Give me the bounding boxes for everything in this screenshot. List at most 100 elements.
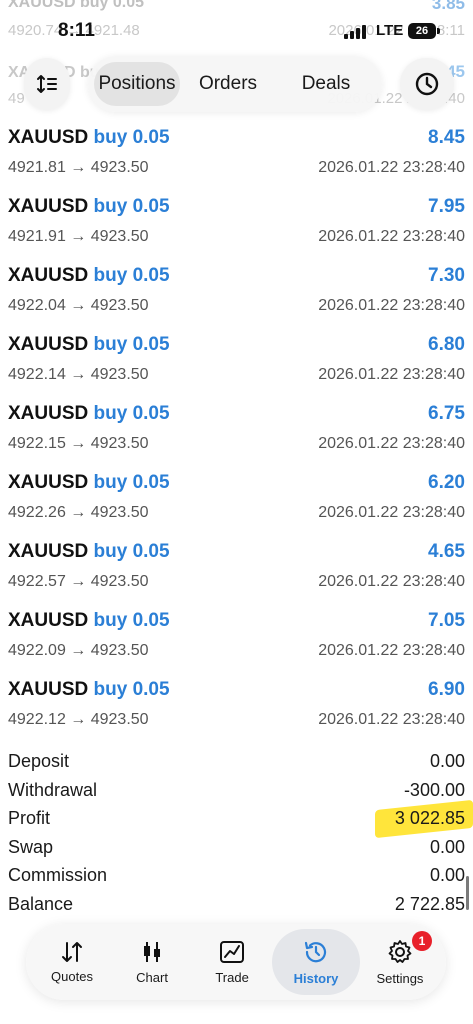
network-type: LTE: [376, 22, 404, 39]
history-tabs: Positions Orders Deals: [88, 56, 382, 112]
deal-symbol: XAUUSD buy 0.05: [8, 334, 170, 355]
deal-date: 2026.01.22 23:28:40: [318, 573, 465, 590]
nav-settings[interactable]: 1 Settings: [360, 929, 440, 995]
sort-icon: [37, 75, 57, 93]
list-item[interactable]: XAUUSD buy 0.05 7.30 4922.04 → 4923.50 2…: [0, 262, 473, 331]
deals-list: XAUUSD buy 0.05 8.45 4921.81 → 4923.50 2…: [0, 124, 473, 745]
status-time: 8:11: [58, 20, 95, 41]
ghost-top-value: 3.85: [431, 0, 465, 13]
deal-symbol: XAUUSD buy 0.05: [8, 472, 170, 493]
summary-deposit: Deposit 0.00: [0, 748, 473, 777]
deal-profit: 4.65: [428, 541, 465, 562]
deal-profit: 6.90: [428, 679, 465, 700]
notification-badge: 1: [411, 931, 432, 951]
ghost-third-price: 49: [8, 90, 25, 107]
summary-value: -300.00: [403, 779, 465, 800]
summary-value: 3 022.85: [394, 808, 465, 828]
deal-prices: 4922.14 → 4923.50: [8, 366, 149, 383]
deal-prices: 4922.15 → 4923.50: [8, 435, 149, 452]
deal-profit: 6.75: [428, 403, 465, 424]
signal-icon: [344, 25, 366, 39]
summary-label: Commission: [8, 865, 108, 885]
tab-orders[interactable]: Orders: [180, 62, 276, 106]
tab-positions[interactable]: Positions: [94, 62, 180, 106]
deal-prices: 4922.12 → 4923.50: [8, 711, 149, 728]
ghost-row-top: XAUUSD buy 0.05 3.85: [8, 0, 465, 14]
deal-profit: 7.05: [428, 610, 465, 631]
deal-prices: 4921.91 → 4923.50: [8, 228, 149, 245]
nav-label: Trade: [215, 969, 249, 985]
deal-date: 2026.01.22 23:28:40: [318, 642, 465, 659]
deal-date: 2026.01.22 23:28:40: [318, 504, 465, 521]
bottom-nav: Quotes Chart Trade History 1 Settings: [26, 924, 446, 1000]
history-clock-icon: [304, 941, 327, 962]
deal-symbol: XAUUSD buy 0.05: [8, 403, 170, 424]
deal-profit: 6.80: [428, 334, 465, 355]
deal-symbol: XAUUSD buy 0.05: [8, 679, 170, 700]
summary-swap: Swap 0.00: [0, 834, 473, 863]
list-item[interactable]: XAUUSD buy 0.05 6.80 4922.14 → 4923.50 2…: [0, 331, 473, 400]
deal-symbol: XAUUSD buy 0.05: [8, 610, 170, 631]
deal-symbol: XAUUSD buy 0.05: [8, 541, 170, 562]
trade-chart-icon: [220, 940, 245, 963]
candlestick-icon: [144, 941, 161, 962]
summary-value: 0.00: [429, 751, 465, 771]
status-bar: XAUUSD buy 0.05 3.85 4920.74 → 4921.48 2…: [0, 0, 473, 60]
battery-icon: 26: [408, 23, 440, 39]
nav-label: History: [293, 970, 339, 986]
nav-quotes[interactable]: Quotes: [32, 929, 112, 995]
summary-value: 2 722.85: [394, 893, 465, 914]
summary-label: Withdrawal: [8, 779, 98, 800]
summary-label: Deposit: [8, 751, 70, 771]
summary-value: 0.00: [429, 865, 465, 885]
deal-profit: 7.30: [428, 265, 465, 286]
tab-deals[interactable]: Deals: [276, 62, 376, 106]
list-item[interactable]: XAUUSD buy 0.05 6.90 4922.12 → 4923.50 2…: [0, 676, 473, 745]
nav-trade[interactable]: Trade: [192, 929, 272, 995]
list-item[interactable]: XAUUSD buy 0.05 8.45 4921.81 → 4923.50 2…: [0, 124, 473, 193]
deal-prices: 4922.57 → 4923.50: [8, 573, 149, 590]
summary-withdrawal: Withdrawal -300.00: [0, 777, 473, 806]
ghost-top-symbol: XAUUSD buy 0.05: [8, 0, 145, 11]
deal-date: 2026.01.22 23:28:40: [318, 159, 465, 176]
deal-prices: 4921.81 → 4923.50: [8, 159, 149, 176]
scrollbar[interactable]: [466, 876, 469, 910]
list-item[interactable]: XAUUSD buy 0.05 6.20 4922.26 → 4923.50 2…: [0, 469, 473, 538]
deal-profit: 7.95: [428, 196, 465, 217]
summary-balance: Balance 2 722.85: [0, 891, 473, 920]
summary-profit: Profit 3 022.85: [0, 799, 473, 839]
deal-date: 2026.01.22 23:28:40: [318, 711, 465, 728]
deal-symbol: XAUUSD buy 0.05: [8, 196, 170, 217]
list-item[interactable]: XAUUSD buy 0.05 7.05 4922.09 → 4923.50 2…: [0, 607, 473, 676]
nav-label: Chart: [136, 969, 168, 985]
summary-label: Swap: [8, 836, 54, 857]
period-button[interactable]: [400, 58, 454, 110]
deal-profit: 8.45: [428, 127, 465, 148]
deal-prices: 4922.26 → 4923.50: [8, 504, 149, 521]
gear-icon: [388, 939, 412, 963]
summary-value: 0.00: [429, 836, 465, 857]
nav-label: Settings: [376, 970, 424, 986]
nav-label: Quotes: [51, 968, 93, 984]
clock-icon: [415, 72, 439, 96]
deal-date: 2026.01.22 23:28:40: [318, 228, 465, 245]
nav-chart[interactable]: Chart: [112, 929, 192, 995]
deal-symbol: XAUUSD buy 0.05: [8, 127, 170, 148]
quotes-arrows-icon: [62, 941, 83, 962]
deal-date: 2026.01.22 23:28:40: [318, 297, 465, 314]
deal-prices: 4922.09 → 4923.50: [8, 642, 149, 659]
deal-date: 2026.01.22 23:28:40: [318, 366, 465, 383]
summary-label: Balance: [8, 893, 74, 914]
deal-date: 2026.01.22 23:28:40: [318, 435, 465, 452]
summary-label: Profit: [8, 808, 51, 828]
sort-button[interactable]: [24, 58, 70, 110]
deal-profit: 6.20: [428, 472, 465, 493]
deal-symbol: XAUUSD buy 0.05: [8, 265, 170, 286]
list-item[interactable]: XAUUSD buy 0.05 6.75 4922.15 → 4923.50 2…: [0, 400, 473, 469]
nav-history[interactable]: History: [272, 929, 360, 995]
summary-commission: Commission 0.00: [0, 862, 473, 891]
list-item[interactable]: XAUUSD buy 0.05 4.65 4922.57 → 4923.50 2…: [0, 538, 473, 607]
account-summary: Deposit 0.00 Withdrawal -300.00 Profit 3…: [0, 748, 473, 919]
list-item[interactable]: XAUUSD buy 0.05 7.95 4921.91 → 4923.50 2…: [0, 193, 473, 262]
deal-prices: 4922.04 → 4923.50: [8, 297, 149, 314]
